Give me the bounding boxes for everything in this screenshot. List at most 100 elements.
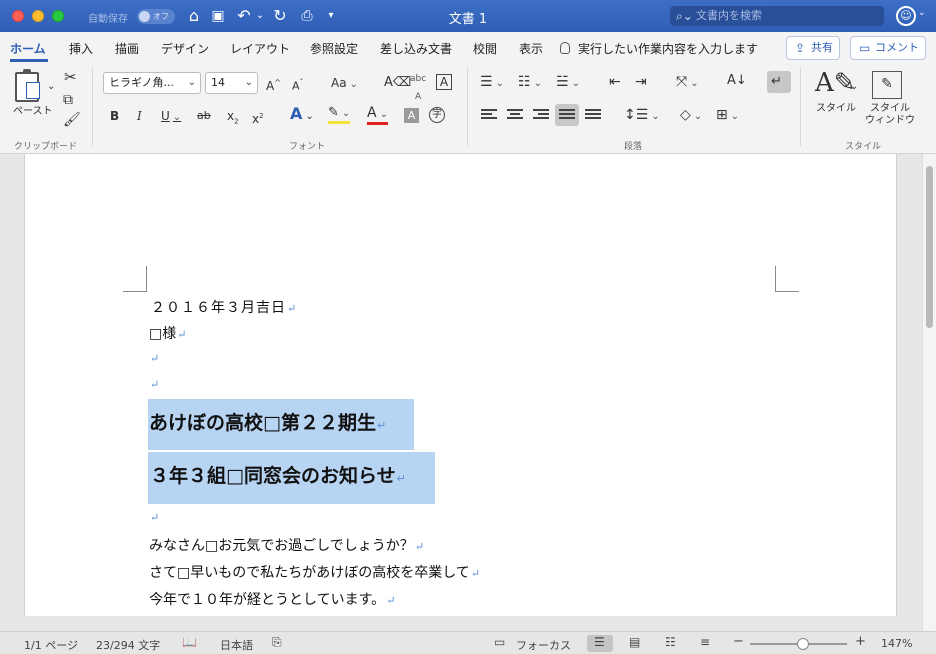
font-name-value: ヒラギノ角... — [109, 76, 175, 89]
align-center-icon[interactable] — [507, 109, 523, 123]
styles-label: スタイル — [816, 103, 856, 114]
draft-view-icon[interactable]: ≡ — [700, 635, 710, 649]
minimize-window-button[interactable] — [32, 10, 44, 22]
decrease-indent-icon[interactable]: ⇤ — [609, 73, 621, 91]
search-input[interactable]: ⌕⌄ 文書内を検索 — [670, 6, 884, 26]
multilevel-list-icon[interactable]: ☱ — [556, 73, 580, 93]
enclose-characters-icon[interactable]: 字 — [429, 107, 445, 123]
tab-draw[interactable]: 描画 — [115, 40, 139, 57]
borders-icon[interactable]: ⊞ — [716, 106, 739, 126]
web-layout-icon[interactable]: ▤ — [629, 635, 640, 649]
paste-chevron-icon[interactable]: ⌄ — [47, 78, 55, 96]
text-direction-icon[interactable]: ⤧ — [676, 73, 699, 93]
date-line: ２０１６年３月吉日↵ — [151, 297, 297, 317]
account-smiley-icon[interactable]: ☺ — [896, 6, 916, 26]
save-icon[interactable]: ▣ — [208, 6, 228, 26]
phonetic-guide-icon[interactable]: abc A — [410, 70, 426, 106]
paragraph-mark: ↵ — [414, 540, 425, 553]
scrollbar-thumb[interactable] — [926, 166, 933, 328]
zoom-in-button[interactable]: + — [855, 634, 866, 649]
strikethrough-button[interactable]: ab — [197, 107, 211, 125]
tab-insert[interactable]: 挿入 — [69, 40, 93, 57]
focus-label[interactable]: フォーカス — [516, 637, 571, 653]
styles-pane-label[interactable]: スタイル ウィンドウ — [865, 103, 915, 127]
zoom-out-button[interactable]: − — [733, 634, 744, 649]
close-window-button[interactable] — [12, 10, 24, 22]
date-text: ２０１６年３月吉日 — [151, 300, 286, 316]
comments-button[interactable]: ▭ コメント — [850, 36, 926, 60]
change-case-button[interactable]: Aa — [331, 74, 358, 94]
zoom-slider-knob[interactable] — [797, 638, 809, 650]
body-text-3: 今年で１０年が経とうとしています。 — [149, 592, 386, 608]
styles-chevron-icon[interactable]: ⌄ — [850, 78, 858, 96]
selected-heading-line-1[interactable]: あけぼの高校□第２２期生↵ — [148, 399, 414, 450]
share-button[interactable]: ⇪ 共有 — [786, 36, 840, 60]
macro-record-icon[interactable]: ⎘ — [272, 635, 282, 650]
outline-view-icon[interactable]: ☷ — [665, 635, 676, 649]
show-formatting-button[interactable]: ↵ — [767, 71, 791, 93]
undo-icon[interactable]: ↶ — [234, 6, 254, 26]
tab-view[interactable]: 表示 — [519, 40, 543, 57]
shading-icon[interactable]: ◇ — [680, 106, 702, 126]
proofing-icon[interactable]: 📖 — [182, 635, 197, 649]
underline-button[interactable]: U — [161, 107, 181, 127]
autosave-toggle[interactable]: オフ — [137, 9, 175, 24]
copy-icon[interactable]: ⧉ — [63, 91, 73, 109]
grow-font-button[interactable]: A^ — [266, 74, 281, 95]
search-icon: ⌕⌄ — [676, 9, 693, 23]
selected-heading-line-2[interactable]: ３年３組□同窓会のお知らせ↵ — [148, 452, 435, 504]
vertical-scrollbar[interactable] — [922, 154, 936, 631]
page-count[interactable]: 1/1 ページ — [24, 637, 78, 653]
paragraph-mark: ↵ — [396, 472, 406, 485]
highlight-color-icon[interactable]: ✎ — [328, 106, 351, 124]
document-page[interactable]: ２０１６年３月吉日↵ □様↵ ↵ ↵ あけぼの高校□第２２期生↵ ３年３組□同窓… — [24, 154, 897, 616]
tab-design[interactable]: デザイン — [161, 40, 209, 57]
font-color-icon[interactable]: A — [367, 106, 388, 125]
italic-button[interactable]: I — [137, 107, 142, 125]
tab-layout[interactable]: レイアウト — [230, 40, 290, 57]
font-size-select[interactable]: 14 ⌄ — [205, 72, 258, 94]
tell-me-box[interactable]: 実行したい作業内容を入力します — [560, 40, 758, 57]
increase-indent-icon[interactable]: ⇥ — [635, 73, 647, 91]
redo-icon[interactable]: ↻ — [270, 6, 290, 26]
shrink-font-button[interactable]: Aˇ — [292, 74, 304, 96]
tab-home[interactable]: ホーム — [10, 40, 46, 57]
tab-mailings[interactable]: 差し込み文書 — [380, 40, 452, 57]
customize-toolbar-icon[interactable]: ▾ — [324, 6, 338, 26]
align-left-icon[interactable] — [481, 109, 497, 123]
language-label[interactable]: 日本語 — [220, 637, 253, 653]
print-layout-view-button[interactable]: ☰ — [587, 635, 613, 652]
tab-references[interactable]: 参照設定 — [310, 40, 358, 57]
font-name-select[interactable]: ヒラギノ角... ⌄ — [103, 72, 201, 94]
bold-button[interactable]: B — [110, 107, 119, 125]
character-border-icon[interactable]: A — [436, 74, 452, 90]
distributed-icon[interactable] — [585, 109, 601, 123]
styles-pane-label-line1: スタイル — [870, 103, 910, 114]
format-painter-icon[interactable]: 🖌 — [63, 111, 81, 129]
grow-font-label: A — [266, 79, 275, 93]
text-effects-icon[interactable]: A — [290, 105, 314, 126]
zoom-level[interactable]: 147% — [881, 637, 912, 650]
styles-pane-icon[interactable]: ✎ — [872, 71, 902, 99]
justify-button[interactable] — [555, 104, 579, 126]
clear-formatting-icon[interactable]: A⌫ — [384, 74, 411, 92]
print-icon[interactable]: ⎙ — [296, 6, 318, 26]
zoom-window-button[interactable] — [52, 10, 64, 22]
line-spacing-icon[interactable]: ↕☰ — [624, 106, 660, 126]
subscript-button[interactable]: x2 — [227, 107, 239, 130]
superscript-button[interactable]: x2 — [252, 107, 264, 128]
sort-icon[interactable]: A↓ — [727, 72, 747, 90]
paragraph-mark: ↵ — [150, 378, 160, 391]
character-shading-icon[interactable]: A — [404, 108, 419, 123]
home-icon[interactable]: ⌂ — [184, 6, 204, 26]
numbering-icon[interactable]: ☷ — [518, 73, 542, 93]
tab-review[interactable]: 校閲 — [473, 40, 497, 57]
bullets-icon[interactable]: ☰ — [480, 73, 504, 93]
align-right-icon[interactable] — [533, 109, 549, 123]
undo-menu-chevron-icon[interactable]: ⌄ — [254, 6, 266, 26]
divider — [92, 68, 93, 146]
account-chevron-icon[interactable]: ⌄ — [918, 8, 926, 18]
focus-icon[interactable]: ▭ — [494, 635, 505, 649]
word-count[interactable]: 23/294 文字 — [96, 637, 160, 653]
cut-icon[interactable]: ✂ — [64, 68, 77, 86]
